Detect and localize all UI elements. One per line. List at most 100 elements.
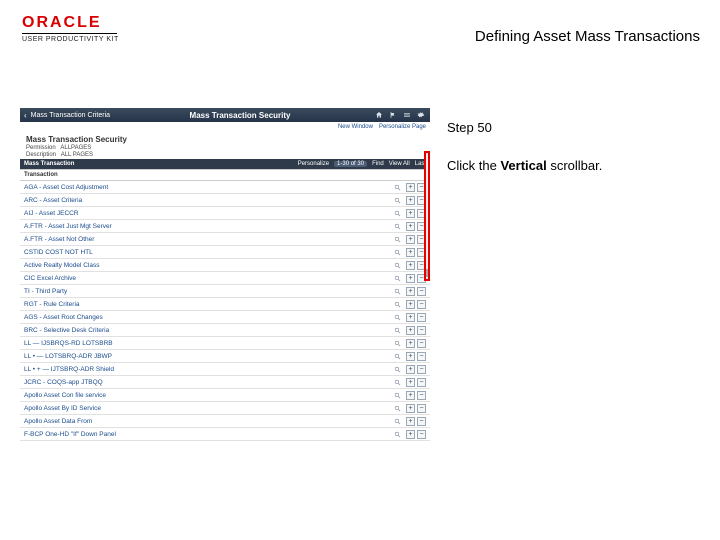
- row-actions: +−: [406, 378, 426, 387]
- row-label[interactable]: CIC Excel Archive: [24, 275, 390, 282]
- search-icon[interactable]: [392, 273, 402, 283]
- search-icon[interactable]: [392, 208, 402, 218]
- search-icon[interactable]: [392, 247, 402, 257]
- add-row-button[interactable]: +: [406, 183, 415, 192]
- row-label[interactable]: LL • + — IJTSBRQ-ADR Shield: [24, 366, 390, 373]
- search-icon[interactable]: [392, 403, 402, 413]
- vertical-scrollbar[interactable]: [424, 151, 430, 281]
- add-row-button[interactable]: +: [406, 222, 415, 231]
- row-actions: +−: [406, 248, 426, 257]
- flag-icon[interactable]: [388, 110, 398, 120]
- row-label[interactable]: LL — IJSBRQS-RD LOTSBRB: [24, 340, 390, 347]
- grid-body: AGA - Asset Cost Adjustment+−ARC - Asset…: [20, 181, 430, 441]
- search-icon[interactable]: [392, 351, 402, 361]
- add-row-button[interactable]: +: [406, 313, 415, 322]
- remove-row-button[interactable]: −: [417, 378, 426, 387]
- add-row-button[interactable]: +: [406, 274, 415, 283]
- row-label[interactable]: ARC - Asset Criteria: [24, 197, 390, 204]
- row-label[interactable]: TI - Third Party: [24, 288, 390, 295]
- add-row-button[interactable]: +: [406, 235, 415, 244]
- search-icon[interactable]: [392, 182, 402, 192]
- table-row: F-BCP One-HD "If" Down Panel +−: [20, 428, 430, 441]
- gear-icon[interactable]: [416, 110, 426, 120]
- add-row-button[interactable]: +: [406, 209, 415, 218]
- remove-row-button[interactable]: −: [417, 391, 426, 400]
- new-window-link[interactable]: New Window: [338, 124, 373, 130]
- remove-row-button[interactable]: −: [417, 287, 426, 296]
- personalize-page-link[interactable]: Personalize Page: [379, 124, 426, 130]
- breadcrumb[interactable]: Mass Transaction Criteria: [31, 112, 110, 119]
- remove-row-button[interactable]: −: [417, 430, 426, 439]
- add-row-button[interactable]: +: [406, 365, 415, 374]
- add-row-button[interactable]: +: [406, 287, 415, 296]
- table-row: Apollo Asset Con file service +−: [20, 389, 430, 402]
- row-label[interactable]: BRC - Selective Desk Criteria: [24, 327, 390, 334]
- add-row-button[interactable]: +: [406, 248, 415, 257]
- grid-personalize-link[interactable]: Personalize: [298, 161, 329, 167]
- instruction-bold: Vertical: [500, 158, 546, 173]
- remove-row-button[interactable]: −: [417, 365, 426, 374]
- row-label[interactable]: AGS - Asset Root Changes: [24, 314, 390, 321]
- add-row-button[interactable]: +: [406, 339, 415, 348]
- brand-logo: ORACLE USER PRODUCTIVITY KIT: [22, 14, 119, 43]
- row-label[interactable]: Apollo Asset Data From: [24, 418, 390, 425]
- add-row-button[interactable]: +: [406, 300, 415, 309]
- back-icon[interactable]: ‹: [24, 111, 27, 120]
- row-actions: +−: [406, 391, 426, 400]
- remove-row-button[interactable]: −: [417, 417, 426, 426]
- row-label[interactable]: AIJ - Asset JECCR: [24, 210, 390, 217]
- search-icon[interactable]: [392, 377, 402, 387]
- row-label[interactable]: JCRC - COQS-app JTBQQ: [24, 379, 390, 386]
- add-row-button[interactable]: +: [406, 391, 415, 400]
- home-icon[interactable]: [374, 110, 384, 120]
- row-actions: +−: [406, 339, 426, 348]
- row-label[interactable]: CSTID COST NOT HTL: [24, 249, 390, 256]
- row-label[interactable]: Active Realty Model Class: [24, 262, 390, 269]
- search-icon[interactable]: [392, 390, 402, 400]
- add-row-button[interactable]: +: [406, 326, 415, 335]
- search-icon[interactable]: [392, 299, 402, 309]
- scrollbar-thumb[interactable]: [426, 269, 428, 277]
- row-label[interactable]: AGA - Asset Cost Adjustment: [24, 184, 390, 191]
- row-actions: +−: [406, 235, 426, 244]
- remove-row-button[interactable]: −: [417, 339, 426, 348]
- search-icon[interactable]: [392, 221, 402, 231]
- row-actions: +−: [406, 287, 426, 296]
- search-icon[interactable]: [392, 286, 402, 296]
- search-icon[interactable]: [392, 429, 402, 439]
- menu-icon[interactable]: [402, 110, 412, 120]
- search-icon[interactable]: [392, 312, 402, 322]
- row-label[interactable]: A.FTR - Asset Not Other: [24, 236, 390, 243]
- row-label[interactable]: RGT - Rule Criteria: [24, 301, 390, 308]
- remove-row-button[interactable]: −: [417, 326, 426, 335]
- remove-row-button[interactable]: −: [417, 313, 426, 322]
- row-label[interactable]: Apollo Asset By ID Service: [24, 405, 390, 412]
- add-row-button[interactable]: +: [406, 378, 415, 387]
- column-header: Transaction: [20, 169, 430, 181]
- add-row-button[interactable]: +: [406, 430, 415, 439]
- search-icon[interactable]: [392, 416, 402, 426]
- search-icon[interactable]: [392, 338, 402, 348]
- grid-viewall-link[interactable]: View All: [389, 161, 410, 167]
- add-row-button[interactable]: +: [406, 417, 415, 426]
- table-row: AIJ - Asset JECCR+−: [20, 207, 430, 220]
- add-row-button[interactable]: +: [406, 261, 415, 270]
- search-icon[interactable]: [392, 325, 402, 335]
- add-row-button[interactable]: +: [406, 352, 415, 361]
- remove-row-button[interactable]: −: [417, 300, 426, 309]
- grid-find-link[interactable]: Find: [372, 161, 384, 167]
- row-label[interactable]: A.FTR - Asset Just Mgt Server: [24, 223, 390, 230]
- search-icon[interactable]: [392, 195, 402, 205]
- row-label[interactable]: LL • — LOTSBRQ-ADR JBWP: [24, 353, 390, 360]
- row-label[interactable]: Apollo Asset Con file service: [24, 392, 390, 399]
- remove-row-button[interactable]: −: [417, 352, 426, 361]
- search-icon[interactable]: [392, 260, 402, 270]
- search-icon[interactable]: [392, 234, 402, 244]
- add-row-button[interactable]: +: [406, 196, 415, 205]
- add-row-button[interactable]: +: [406, 404, 415, 413]
- remove-row-button[interactable]: −: [417, 404, 426, 413]
- table-row: LL • + — IJTSBRQ-ADR Shield +−: [20, 363, 430, 376]
- permission-label: Permission: [26, 145, 56, 151]
- row-label[interactable]: F-BCP One-HD "If" Down Panel: [24, 431, 390, 438]
- search-icon[interactable]: [392, 364, 402, 374]
